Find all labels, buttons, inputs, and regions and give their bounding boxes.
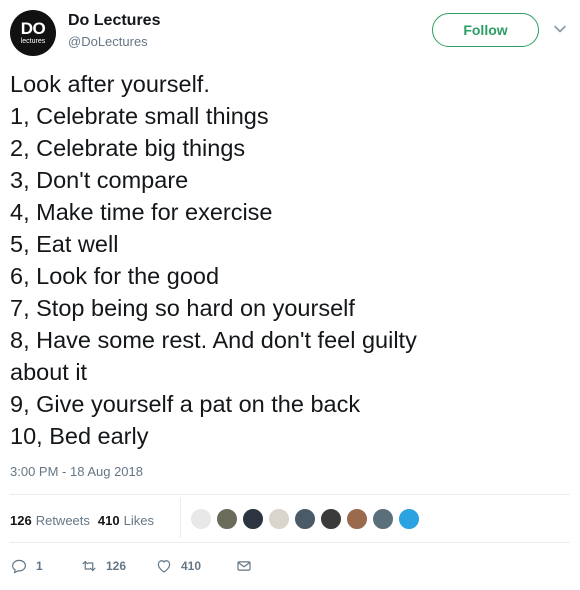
- tweet-stats: 126 Retweets 410 Likes: [10, 506, 162, 534]
- retweet-action[interactable]: 126: [80, 557, 155, 575]
- avatar-liker-2[interactable]: [216, 508, 238, 530]
- avatar-liker-5[interactable]: [294, 508, 316, 530]
- avatar-liker-1[interactable]: [190, 508, 212, 530]
- liker-avatars: [190, 508, 424, 530]
- tweet-line: 4, Make time for exercise: [10, 199, 273, 225]
- account-handle[interactable]: @DoLectures: [68, 33, 160, 51]
- tweet-line: 5, Eat well: [10, 231, 119, 257]
- reply-icon: [12, 559, 26, 574]
- tweet-line: 3, Don't compare: [10, 167, 189, 193]
- tweet-actions: 1 126 410: [10, 555, 253, 577]
- likes-label: Likes: [123, 512, 154, 528]
- display-name[interactable]: Do Lectures: [68, 11, 160, 31]
- message-action[interactable]: [235, 557, 253, 575]
- like-count: 410: [181, 559, 202, 573]
- like-action[interactable]: 410: [155, 557, 235, 575]
- avatar-liker-7[interactable]: [346, 508, 368, 530]
- likes-count: 410: [97, 512, 120, 528]
- avatar-liker-8[interactable]: [372, 508, 394, 530]
- reply-action[interactable]: 1: [10, 557, 80, 575]
- account-names: Do Lectures @DoLectures: [68, 11, 160, 51]
- tweet-text: Look after yourself. 1, Celebrate small …: [10, 68, 550, 452]
- likes-stat[interactable]: 410 Likes: [98, 513, 154, 528]
- chevron-down-icon[interactable]: [553, 22, 567, 36]
- envelope-icon: [237, 561, 251, 571]
- retweet-icon: [82, 560, 96, 572]
- avatar-liker-6[interactable]: [320, 508, 342, 530]
- divider-top: [10, 494, 570, 495]
- retweets-count: 126: [10, 512, 32, 528]
- retweets-label: Retweets: [35, 512, 90, 528]
- tweet-header: DO lectures Do Lectures @DoLectures Foll…: [10, 10, 570, 56]
- reply-count: 1: [36, 559, 43, 573]
- tweet-line: 2, Celebrate big things: [10, 135, 246, 161]
- tweet-line: 6, Look for the good: [10, 263, 220, 289]
- tweet-line: 9, Give yourself a pat on the back: [10, 391, 361, 417]
- avatar-liker-4[interactable]: [268, 508, 290, 530]
- tweet-line: 8, Have some rest. And don't feel guilty: [10, 327, 417, 353]
- divider-bottom: [10, 542, 570, 543]
- tweet-line: about it: [10, 359, 88, 385]
- avatar-liker-9[interactable]: [398, 508, 420, 530]
- tweet-timestamp[interactable]: 3:00 PM - 18 Aug 2018: [10, 464, 143, 479]
- avatar-liker-3[interactable]: [242, 508, 264, 530]
- stats-separator: [180, 498, 181, 538]
- heart-icon: [157, 560, 171, 573]
- avatar-logo-subtext: lectures: [20, 37, 46, 45]
- retweets-stat[interactable]: 126 Retweets: [10, 513, 90, 528]
- profile-avatar[interactable]: DO lectures: [10, 10, 56, 56]
- tweet-line: Look after yourself.: [10, 71, 210, 97]
- tweet-line: 7, Stop being so hard on yourself: [10, 295, 355, 321]
- avatar-logo-text: DO: [20, 18, 46, 38]
- follow-button[interactable]: Follow: [432, 13, 539, 47]
- tweet-line: 1, Celebrate small things: [10, 103, 269, 129]
- retweet-count: 126: [106, 559, 127, 573]
- tweet-line: 10, Bed early: [10, 423, 149, 449]
